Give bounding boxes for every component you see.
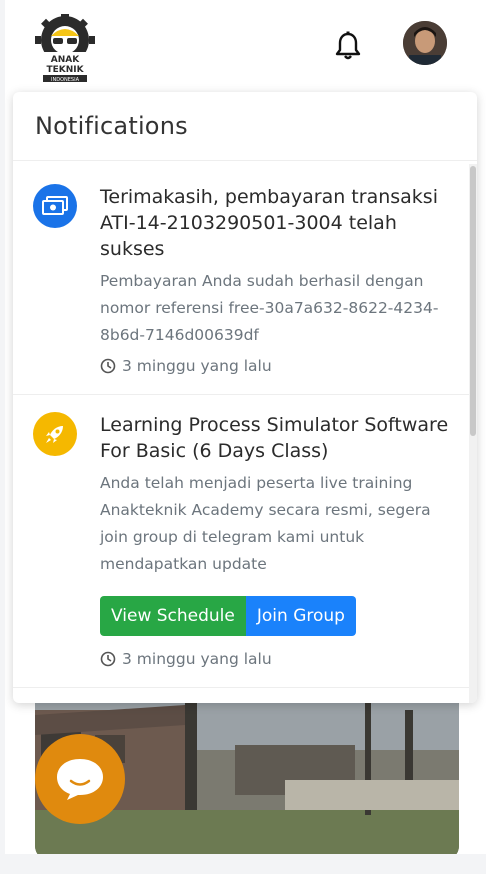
notifications-dropdown: Notifications Terimakasih, pembayaran tr… [13, 92, 477, 703]
clock-icon [100, 358, 116, 374]
clock-icon [100, 651, 116, 667]
notification-item[interactable]: Terimakasih, pembayaran transaksi ATI-14… [13, 184, 469, 375]
scrollbar-thumb[interactable] [470, 166, 476, 436]
notification-time: 3 minggu yang lalu [100, 357, 455, 375]
svg-text:INDONESIA: INDONESIA [51, 77, 80, 83]
notification-body: Anda telah menjadi peserta live training… [100, 474, 431, 573]
join-group-button[interactable]: Join Group [245, 596, 356, 636]
rocket-icon [33, 412, 77, 456]
notification-item[interactable]: Learning Process Simulator Software For … [13, 412, 469, 668]
svg-text:ANAK: ANAK [51, 55, 80, 65]
notification-time-text: 3 minggu yang lalu [122, 357, 272, 375]
anakteknik-logo[interactable]: ANAK TEKNIK INDONESIA [35, 14, 95, 84]
divider [13, 160, 477, 161]
notification-actions: View Schedule Join Group [100, 596, 455, 636]
money-icon [33, 184, 77, 228]
divider [13, 394, 469, 395]
notification-title: Learning Process Simulator Software For … [100, 414, 449, 462]
notification-time: 3 minggu yang lalu [100, 650, 455, 668]
chat-bubble-icon [57, 759, 103, 800]
bell-icon[interactable] [335, 31, 361, 61]
app-window: ANAK TEKNIK INDONESIA Notifications Teri… [5, 0, 486, 854]
top-navbar: ANAK TEKNIK INDONESIA [5, 0, 486, 92]
divider [13, 687, 469, 688]
svg-text:TEKNIK: TEKNIK [46, 65, 84, 75]
notification-time-text: 3 minggu yang lalu [122, 650, 272, 668]
notifications-title: Notifications [35, 112, 188, 140]
chat-button[interactable] [35, 734, 125, 824]
view-schedule-button[interactable]: View Schedule [100, 596, 246, 636]
notification-body: Pembayaran Anda sudah berhasil dengan no… [100, 272, 439, 344]
notification-title: Terimakasih, pembayaran transaksi ATI-14… [100, 186, 438, 260]
user-avatar[interactable] [403, 21, 447, 65]
